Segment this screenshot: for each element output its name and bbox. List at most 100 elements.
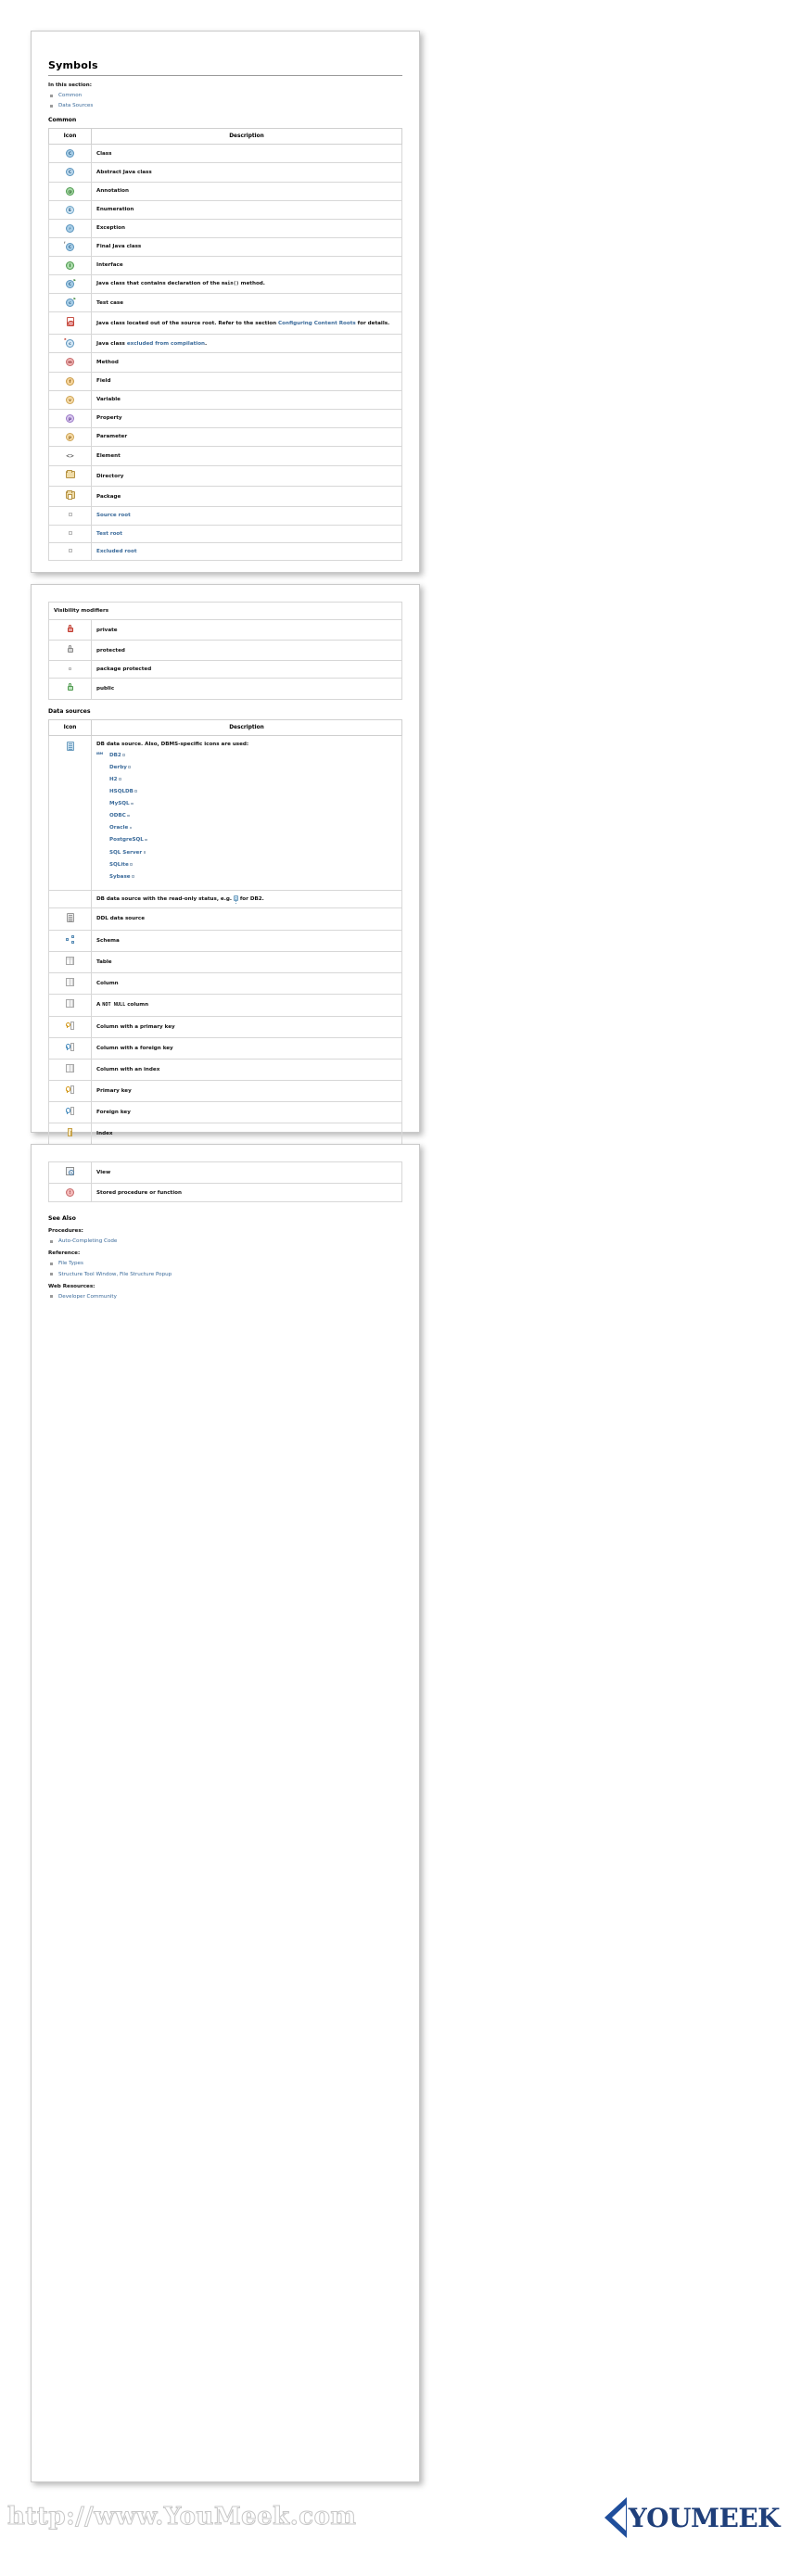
link-configuring-content-roots[interactable]: Configuring Content Roots	[278, 321, 356, 326]
dbms-link-sybase[interactable]: Sybase	[109, 874, 131, 880]
row-description: Parameter	[92, 427, 402, 446]
row-description: Column with a primary key	[92, 1016, 402, 1037]
dbms-link-postgresql[interactable]: PostgreSQL	[109, 837, 144, 843]
table-row: A NOT NULL column	[49, 995, 402, 1016]
page-title: Symbols	[48, 59, 402, 71]
row-description: Java class excluded from compilation.	[92, 335, 402, 353]
table-row: View	[49, 1162, 402, 1184]
data-sources-heading: Data sources	[48, 708, 402, 715]
dbms-link-db2[interactable]: DB2	[109, 753, 121, 758]
method-icon: m	[49, 353, 92, 372]
dbms-item-sybase[interactable]: Sybase	[96, 873, 397, 881]
toc-item-data-sources[interactable]: Data Sources	[48, 103, 402, 108]
dbms-link-h2[interactable]: H2	[109, 777, 118, 782]
db2-readonly-inline-icon	[234, 895, 238, 901]
dbms-icon	[128, 766, 131, 768]
watermark-url: http://www.YouMeek.com	[7, 2503, 356, 2531]
toc-item-common[interactable]: Common	[48, 93, 402, 98]
db-read-only-icon	[49, 890, 92, 907]
dbms-link-sqlserver[interactable]: SQL Server	[109, 850, 142, 856]
row-description: Foreign key	[92, 1101, 402, 1123]
excluded-root-icon	[49, 542, 92, 560]
table-row: protected	[49, 641, 402, 661]
link-developer-community[interactable]: Developer Community	[58, 1294, 117, 1300]
dbms-icon	[132, 875, 134, 878]
dbms-item-derby[interactable]: Derby	[96, 764, 397, 771]
dbms-item-postgresql[interactable]: PostgreSQL	[96, 836, 397, 844]
dbms-link-derby[interactable]: Derby	[109, 765, 127, 770]
see-also-item[interactable]: Auto-Completing Code	[48, 1238, 402, 1244]
dbms-icon	[144, 851, 146, 854]
dbms-item-h2[interactable]: H2	[96, 776, 397, 783]
dbms-link-hsqldb[interactable]: HSQLDB	[109, 789, 134, 794]
table-row: Primary key	[49, 1080, 402, 1101]
common-symbols-table: Icon Description C Class C Abstract Java…	[48, 128, 402, 560]
not-null-column-icon	[49, 995, 92, 1016]
table-row: Cf Final Java class	[49, 237, 402, 256]
dbms-item-mysql[interactable]: MySQL	[96, 800, 397, 807]
link-excluded-from-compilation[interactable]: excluded from compilation	[127, 341, 205, 347]
see-also-item[interactable]: Developer Community	[48, 1294, 402, 1300]
common-heading: Common	[48, 117, 402, 123]
column-foreign-key-icon	[49, 1037, 92, 1059]
table-row: package protected	[49, 661, 402, 679]
in-this-section-label: In this section:	[48, 82, 402, 88]
property-icon: p	[49, 409, 92, 427]
dbms-link-oracle[interactable]: Oracle	[109, 825, 128, 831]
link-structure-tool-window[interactable]: Structure Tool Window, File Structure Po…	[58, 1272, 172, 1277]
not-null-code: NOT NULL	[102, 1002, 125, 1008]
table-row: Directory	[49, 466, 402, 487]
data-sources-table-continued: View ! Stored procedure or function	[48, 1161, 402, 1202]
row-description: Variable	[92, 390, 402, 409]
link-test-root[interactable]: Test root	[96, 531, 122, 537]
see-also-list-procedures: Auto-Completing Code	[48, 1238, 402, 1244]
bullet-square-icon	[50, 1295, 53, 1298]
row-description: View	[92, 1162, 402, 1184]
table-row: Visibility modifiers	[49, 603, 402, 620]
db-data-source-text: DB data source. Also, DBMS-specific icon…	[96, 742, 248, 747]
toc-link-common[interactable]: Common	[58, 93, 82, 98]
dbms-link-sqlite[interactable]: SQLite	[109, 862, 129, 868]
table-row: Column with a foreign key	[49, 1037, 402, 1059]
dbms-list: IBMDB2 Derby H2 HSQLDB MySQL ODBC Oracle…	[96, 752, 397, 881]
dbms-item-oracle[interactable]: Oracle	[96, 824, 397, 831]
dbms-icon	[127, 815, 130, 818]
dbms-link-odbc[interactable]: ODBC	[109, 813, 126, 818]
row-description: Primary key	[92, 1080, 402, 1101]
link-file-types[interactable]: File Types	[58, 1261, 83, 1266]
row-description: Element	[92, 447, 402, 466]
dbms-item-odbc[interactable]: ODBC	[96, 812, 397, 819]
row-description: Column	[92, 973, 402, 995]
row-description: Index	[92, 1123, 402, 1145]
protected-lock-icon	[49, 641, 92, 661]
row-description: Column with a foreign key	[92, 1037, 402, 1059]
table-row: Column with an index	[49, 1059, 402, 1080]
see-also-item[interactable]: File Types	[48, 1261, 402, 1266]
row-description: A NOT NULL column	[92, 995, 402, 1016]
toc-link-data-sources[interactable]: Data Sources	[58, 103, 93, 108]
col-header-icon: Icon	[49, 719, 92, 735]
source-root-icon	[49, 507, 92, 525]
link-source-root[interactable]: Source root	[96, 513, 131, 518]
see-also-item[interactable]: Structure Tool Window, File Structure Po…	[48, 1272, 402, 1277]
dbms-item-sqlite[interactable]: SQLite	[96, 861, 397, 869]
main-method-code: main()	[222, 281, 239, 286]
link-auto-completing-code[interactable]: Auto-Completing Code	[58, 1238, 117, 1244]
col-header-icon: Icon	[49, 129, 92, 145]
table-row: @ Annotation	[49, 182, 402, 200]
table-row: Column with a primary key	[49, 1016, 402, 1037]
dbms-item-sqlserver[interactable]: SQL Server	[96, 849, 397, 857]
see-also-heading: See Also	[48, 1215, 402, 1222]
link-excluded-root[interactable]: Excluded root	[96, 549, 137, 554]
dbms-link-mysql[interactable]: MySQL	[109, 801, 130, 806]
class-icon: C	[49, 145, 92, 163]
dbms-item-db2[interactable]: IBMDB2	[96, 752, 397, 759]
see-also-group-label-web-resources: Web Resources:	[48, 1284, 402, 1289]
dbms-item-hsqldb[interactable]: HSQLDB	[96, 788, 397, 795]
enumeration-icon: E	[49, 200, 92, 219]
dbms-icon	[130, 863, 133, 866]
java-class-main-icon: C▶	[49, 275, 92, 294]
abstract-java-class-icon: C	[49, 163, 92, 182]
table-row: E Enumeration	[49, 200, 402, 219]
table-row: Foreign key	[49, 1101, 402, 1123]
